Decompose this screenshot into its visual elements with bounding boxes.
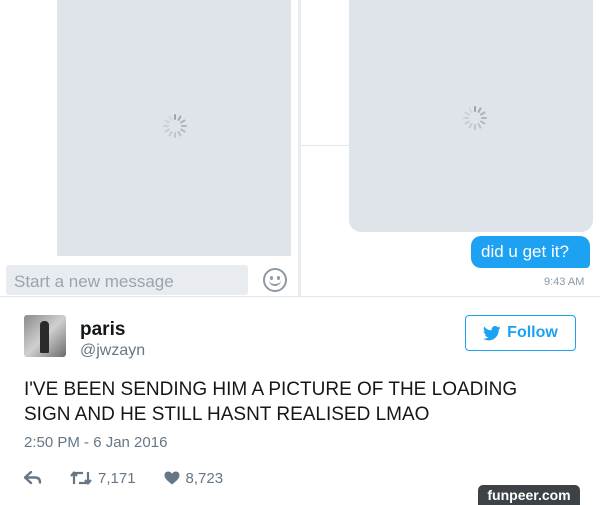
new-message-placeholder: Start a new message (14, 272, 174, 291)
tweet-timestamp[interactable]: 2:50 PM - 6 Jan 2016 (24, 434, 167, 451)
follow-button[interactable]: Follow (465, 315, 576, 351)
like-count: 8,723 (185, 469, 224, 487)
dm-pane-right: did u get it? 9:43 AM (301, 0, 600, 296)
tweet-card: paris @jwzayn Follow I'VE BEEN SENDING H… (0, 296, 600, 505)
twitter-bird-icon (483, 325, 501, 340)
message-time: 9:43 AM (544, 276, 585, 288)
tweet-actions: 7,171 8,723 (24, 467, 251, 489)
loading-spinner-icon (163, 114, 187, 138)
smiley-icon[interactable] (263, 268, 287, 292)
like-button[interactable]: 8,723 (164, 469, 224, 487)
follow-label: Follow (507, 324, 558, 341)
author-name[interactable]: paris (80, 319, 125, 341)
retweet-count: 7,171 (98, 469, 136, 487)
reply-icon (24, 471, 42, 485)
retweet-icon (70, 471, 92, 485)
avatar[interactable] (24, 315, 66, 357)
loading-spinner-icon (463, 106, 487, 130)
reply-button[interactable] (24, 471, 42, 485)
tweet-text: I'VE BEEN SENDING HIM A PICTURE OF THE L… (24, 379, 518, 425)
watermark: funpeer.com (478, 485, 580, 505)
message-bubble: did u get it? (471, 236, 590, 268)
dm-pane-left: Start a new message (0, 0, 298, 296)
retweet-button[interactable]: 7,171 (70, 470, 136, 487)
heart-icon (164, 471, 180, 485)
author-handle[interactable]: @jwzayn (80, 342, 145, 360)
new-message-input[interactable]: Start a new message (6, 265, 248, 295)
dm-screenshots: Start a new message did u get it? 9:43 A… (0, 0, 600, 296)
